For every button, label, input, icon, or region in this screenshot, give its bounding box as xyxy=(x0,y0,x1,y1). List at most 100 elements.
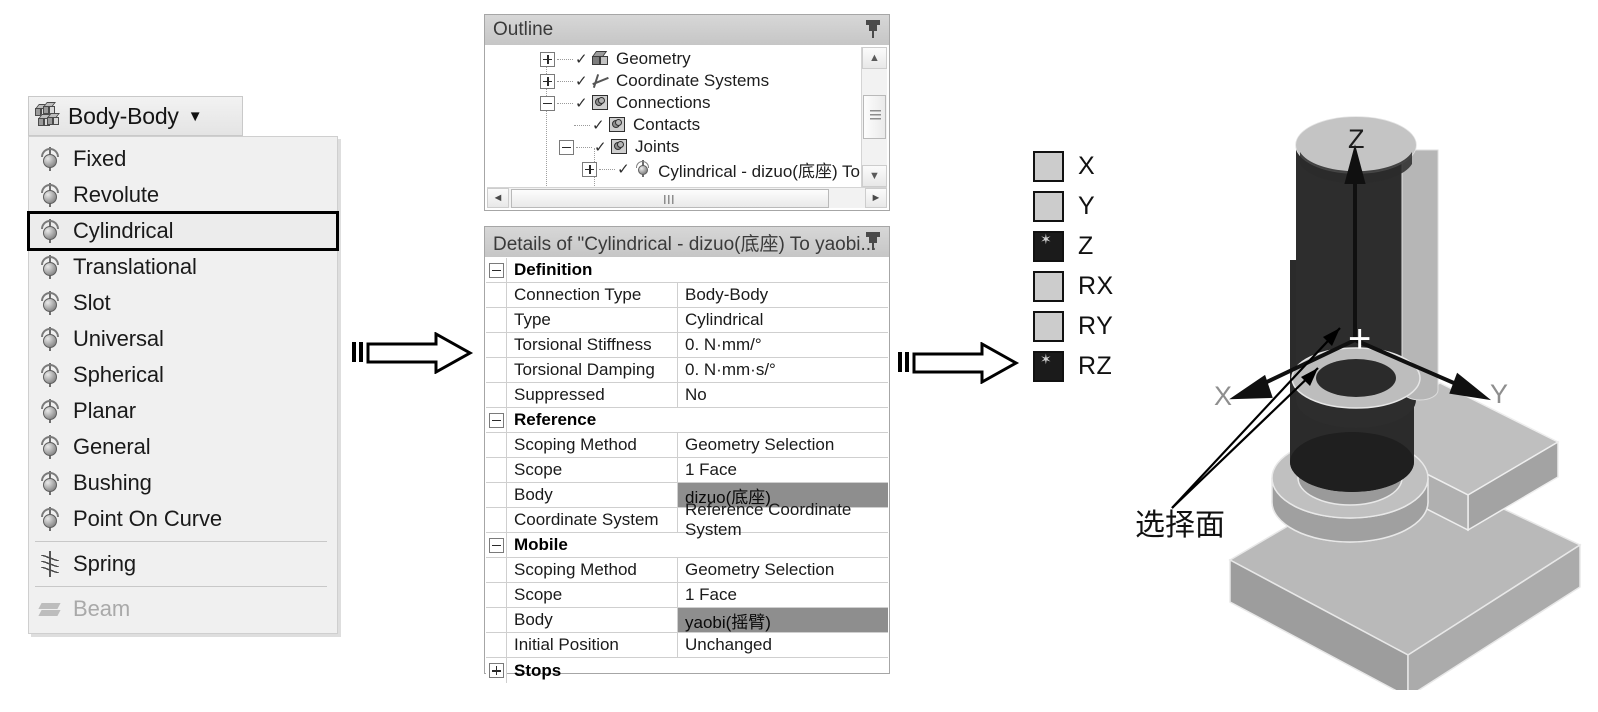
property-value[interactable]: 0. N·mm·s/° xyxy=(678,358,888,382)
property-row-connection-type[interactable]: Connection Type Body-Body xyxy=(486,283,888,308)
outline-vertical-scrollbar[interactable]: ▲ ▼ xyxy=(861,47,887,187)
property-row-torsional-stiffness[interactable]: Torsional Stiffness 0. N·mm/° xyxy=(486,333,888,358)
menu-item-revolute[interactable]: Revolute xyxy=(29,177,337,213)
menu-item-slot[interactable]: Slot xyxy=(29,285,337,321)
details-pin-button[interactable] xyxy=(865,231,881,257)
tree-item-cylindrical-joint[interactable]: ✓ Cylindrical - dizuo(底座) To xyxy=(486,158,860,181)
collapse-toggle-icon[interactable] xyxy=(488,262,504,278)
joint-icon xyxy=(39,434,61,460)
dof-checkbox-ry[interactable] xyxy=(1033,310,1064,342)
expand-toggle-icon[interactable] xyxy=(540,73,555,89)
tree-item-coordinate-systems[interactable]: ✓ Coordinate Systems xyxy=(486,70,860,92)
outline-horizontal-scrollbar[interactable]: ◄ ► xyxy=(487,187,887,208)
tree-item-joints[interactable]: ✓ Joints xyxy=(486,136,860,158)
details-property-grid[interactable]: Definition Connection Type Body-Body Typ… xyxy=(486,258,888,683)
property-value[interactable]: 1 Face xyxy=(678,583,888,607)
scrollbar-thumb[interactable] xyxy=(511,189,829,208)
property-value[interactable]: No xyxy=(678,383,888,407)
menu-item-fixed[interactable]: Fixed xyxy=(29,141,337,177)
joints-icon xyxy=(610,138,630,156)
property-value-highlighted[interactable]: yaobi(摇臂) xyxy=(678,608,888,632)
menu-item-bushing[interactable]: Bushing xyxy=(29,465,337,501)
details-panel: Details of "Cylindrical - dizuo(底座) To y… xyxy=(484,226,890,683)
expand-toggle-icon[interactable] xyxy=(488,663,504,678)
pin-icon xyxy=(865,19,881,39)
tree-item-label: Coordinate Systems xyxy=(616,71,770,90)
property-value[interactable]: 0. N·mm/° xyxy=(678,333,888,357)
dof-row-rx[interactable]: RX xyxy=(1033,266,1143,306)
outline-tree[interactable]: ✓ Geometry ✓ Coordinate Systems ✓ Connec… xyxy=(486,46,888,209)
menu-item-spring[interactable]: Spring xyxy=(29,546,337,582)
scrollbar-thumb[interactable] xyxy=(863,95,886,139)
property-row-type[interactable]: Type Cylindrical xyxy=(486,308,888,333)
menu-item-spherical[interactable]: Spherical xyxy=(29,357,337,393)
model-viewport[interactable]: + Z X Y xyxy=(1150,90,1590,699)
joint-type-dropdown[interactable]: Body-Body ▼ Fixed Revolute Cylindrical T… xyxy=(27,96,339,634)
property-value[interactable]: Unchanged xyxy=(678,633,888,657)
property-row-torsional-damping[interactable]: Torsional Damping 0. N·mm·s/° xyxy=(486,358,888,383)
collapse-toggle-icon[interactable] xyxy=(488,412,504,428)
property-value[interactable]: Geometry Selection xyxy=(678,433,888,457)
property-row-suppressed[interactable]: Suppressed No xyxy=(486,383,888,408)
joint-icon xyxy=(39,470,61,496)
model-3d-graphic: + Z X Y xyxy=(1171,116,1582,699)
joint-icon xyxy=(39,182,61,208)
property-value[interactable]: Reference Coordinate System xyxy=(678,500,888,539)
tree-item-geometry[interactable]: ✓ Geometry xyxy=(486,48,860,70)
collapse-toggle-icon[interactable] xyxy=(559,139,574,155)
tree-item-connections[interactable]: ✓ Connections xyxy=(486,92,860,114)
menu-item-universal[interactable]: Universal xyxy=(29,321,337,357)
menu-item-point-on-curve[interactable]: Point On Curve xyxy=(29,501,337,537)
group-label: Definition xyxy=(514,260,593,279)
joint-icon xyxy=(39,218,61,244)
dof-row-z[interactable]: Z xyxy=(1033,226,1143,266)
collapse-toggle-icon[interactable] xyxy=(488,537,504,553)
property-value[interactable]: Cylindrical xyxy=(678,308,888,332)
dof-checkbox-z[interactable] xyxy=(1033,230,1064,262)
dof-checkbox-rx[interactable] xyxy=(1033,270,1064,302)
menu-item-label: Slot xyxy=(73,290,111,315)
property-group-reference[interactable]: Reference xyxy=(486,408,888,433)
property-row-scope[interactable]: Scope 1 Face xyxy=(486,458,888,483)
property-row-scoping-method[interactable]: Scoping Method Geometry Selection xyxy=(486,433,888,458)
body-body-dropdown-button[interactable]: Body-Body ▼ xyxy=(28,96,243,136)
property-row-mobile-body[interactable]: Body yaobi(摇臂) xyxy=(486,608,888,633)
dof-checkbox-x[interactable] xyxy=(1033,150,1064,182)
menu-divider xyxy=(35,541,327,542)
scroll-right-button[interactable]: ► xyxy=(865,188,887,208)
dof-legend[interactable]: X Y Z RX RY RZ xyxy=(1033,146,1143,386)
menu-item-cylindrical[interactable]: Cylindrical xyxy=(27,211,339,251)
menu-item-translational[interactable]: Translational xyxy=(29,249,337,285)
caret-down-icon[interactable]: ▼ xyxy=(188,109,203,124)
property-row-coordinate-system[interactable]: Coordinate System Reference Coordinate S… xyxy=(486,500,888,539)
scroll-left-button[interactable]: ◄ xyxy=(487,188,509,208)
expand-toggle-icon[interactable] xyxy=(540,51,555,67)
collapse-toggle-icon[interactable] xyxy=(540,95,555,111)
property-group-stops[interactable]: Stops xyxy=(486,658,888,683)
scroll-up-button[interactable]: ▲ xyxy=(862,47,887,69)
tree-connector xyxy=(599,168,616,170)
property-group-mobile[interactable]: Mobile xyxy=(486,533,888,558)
property-group-definition[interactable]: Definition xyxy=(486,258,888,283)
property-value[interactable]: Body-Body xyxy=(678,283,888,307)
grip-icon xyxy=(664,195,675,204)
expand-toggle-icon[interactable] xyxy=(582,161,598,177)
scroll-down-button[interactable]: ▼ xyxy=(862,165,887,187)
dof-checkbox-y[interactable] xyxy=(1033,190,1064,222)
outline-pin-button[interactable] xyxy=(865,19,881,45)
dof-checkbox-rz[interactable] xyxy=(1033,350,1064,382)
property-value[interactable]: 1 Face xyxy=(678,458,888,482)
property-row-initial-position[interactable]: Initial Position Unchanged xyxy=(486,633,888,658)
property-row-mobile-scope[interactable]: Scope 1 Face xyxy=(486,583,888,608)
menu-item-planar[interactable]: Planar xyxy=(29,393,337,429)
property-value[interactable]: Geometry Selection xyxy=(678,558,888,582)
property-row-mobile-scoping-method[interactable]: Scoping Method Geometry Selection xyxy=(486,558,888,583)
dof-row-x[interactable]: X xyxy=(1033,146,1143,186)
tree-item-label: Joints xyxy=(635,137,680,156)
dof-row-ry[interactable]: RY xyxy=(1033,306,1143,346)
dof-row-rz[interactable]: RZ xyxy=(1033,346,1143,386)
joint-type-menu[interactable]: Fixed Revolute Cylindrical Translational… xyxy=(27,136,339,634)
menu-item-general[interactable]: General xyxy=(29,429,337,465)
dof-row-y[interactable]: Y xyxy=(1033,186,1143,226)
tree-item-contacts[interactable]: ✓ Contacts xyxy=(486,114,860,136)
